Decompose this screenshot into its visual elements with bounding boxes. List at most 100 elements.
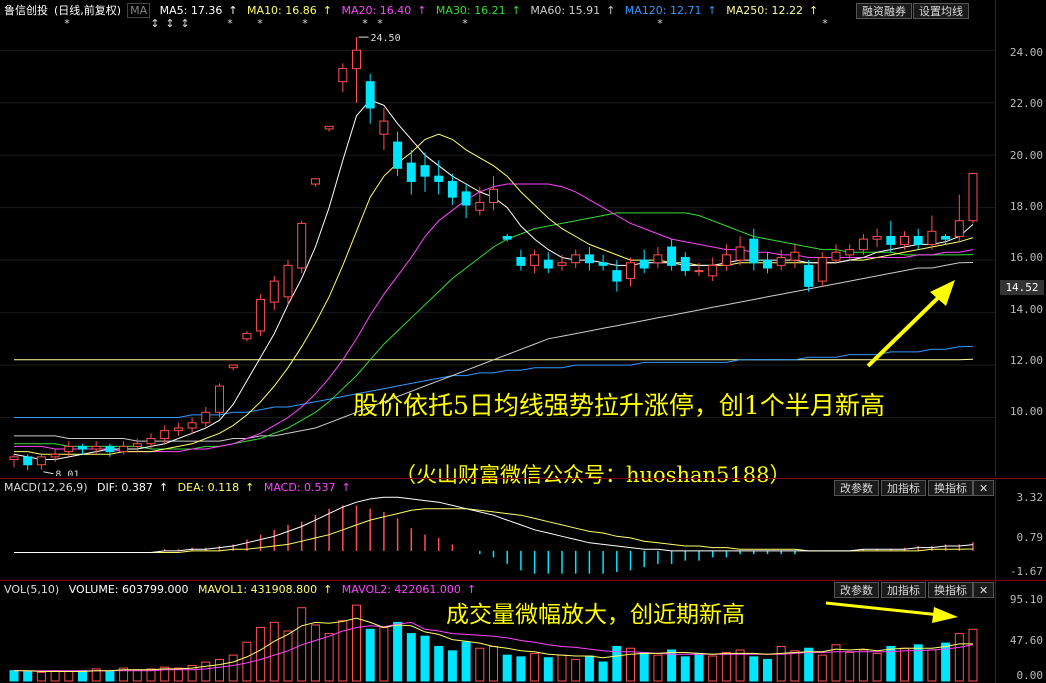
candle-body: [954, 220, 964, 238]
candle-body: [667, 246, 677, 266]
volume-bar: [954, 633, 964, 682]
volume-bar: [420, 635, 430, 682]
volume-bar: [283, 630, 293, 682]
candle-body: [845, 249, 855, 256]
volume-bar: [502, 654, 512, 682]
candle-body: [968, 173, 978, 222]
candle-body: [352, 49, 361, 70]
volume-bar: [447, 650, 457, 682]
event-marker-icon: *: [377, 17, 383, 30]
macd-pane[interactable]: MACD(12,26,9) DIF: 0.387 ↑ DEA: 0.118 ↑ MA…: [0, 478, 1046, 580]
event-marker-icon: *: [822, 17, 828, 30]
event-marker-icon: *: [657, 17, 663, 30]
volume-tick: 95.10: [1009, 593, 1043, 606]
candle-body: [242, 333, 252, 340]
volume-bar: [845, 652, 855, 682]
candle-body: [790, 251, 800, 261]
candle-body: [36, 456, 46, 466]
candle-body: [489, 188, 498, 203]
price-tick: 14.00: [1009, 303, 1043, 316]
high-price-label: 24.50: [371, 33, 401, 44]
candle-body: [269, 280, 279, 303]
annotation-arrow-shaft: [866, 290, 946, 368]
price-tick: 18.00: [1009, 200, 1043, 213]
candle-body: [694, 270, 704, 273]
volume-bar: [817, 654, 827, 682]
candle-body: [900, 236, 909, 245]
candle-body: [530, 254, 540, 266]
event-marker-icon: ↕: [165, 17, 174, 30]
volume-bar: [571, 658, 581, 682]
candle-body: [119, 445, 129, 453]
event-marker-icon: *: [227, 17, 233, 30]
candle-body: [653, 254, 663, 264]
price-tick: 10.00: [1009, 405, 1043, 418]
candle-body: [941, 236, 951, 240]
volume-bar: [461, 641, 471, 682]
volume-bar: [201, 661, 211, 682]
candle-body: [324, 125, 334, 130]
candle-body: [817, 256, 827, 282]
candle-body: [598, 262, 608, 266]
volume-arrow-head: [932, 607, 958, 623]
volume-bar: [530, 652, 540, 682]
macd-chart[interactable]: [0, 479, 995, 580]
volume-bar: [105, 671, 115, 682]
volume-bar: [50, 670, 60, 682]
candle-body: [420, 165, 430, 177]
candle-body: [886, 236, 896, 245]
volume-bar: [352, 604, 361, 682]
event-marker-icon: *: [257, 17, 263, 30]
price-tick: 24.00: [1009, 46, 1043, 59]
candle-body: [721, 254, 731, 266]
macd-tick: 3.32: [1016, 491, 1044, 504]
volume-bar: [324, 633, 334, 682]
candle-body: [64, 445, 74, 453]
candle-body: [571, 254, 581, 264]
volume-bar: [626, 647, 635, 682]
candle-body: [708, 264, 718, 277]
price-annotation: 股价依托5日均线强势拉升涨停，创1个半月新高: [353, 391, 885, 420]
candle-body: [475, 201, 485, 211]
volume-bar: [680, 656, 690, 682]
candle-body: [584, 254, 594, 264]
volume-bar: [475, 647, 485, 682]
price-axis: 24.00 22.00 20.00 18.00 16.00 14.00 12.0…: [995, 0, 1046, 476]
price-tick: 22.00: [1009, 97, 1043, 110]
candle-body: [201, 411, 211, 424]
volume-bar: [858, 649, 868, 682]
candle-body: [406, 162, 416, 182]
dif-line: [14, 496, 974, 553]
volume-bar: [228, 654, 238, 682]
event-marker-icon: *: [362, 17, 368, 30]
candle-body: [283, 264, 293, 298]
volume-bar: [557, 654, 567, 682]
volume-bar: [78, 670, 87, 682]
candle-body: [639, 259, 649, 269]
event-marker-icon: *: [64, 17, 70, 30]
event-marker-icon: *: [302, 17, 308, 30]
macd-axis: 3.32 0.79 -1.67: [995, 479, 1046, 580]
volume-bar: [242, 641, 252, 682]
volume-bar: [763, 658, 772, 682]
volume-bar: [721, 652, 731, 682]
volume-bar: [968, 628, 978, 682]
volume-arrow-shaft: [825, 601, 941, 617]
price-pane[interactable]: 鲁信创投 (日线,前复权) MA MA5: 17.36 ↑ MA10: 16.86 ↑ …: [0, 0, 1046, 487]
volume-bar: [393, 621, 403, 682]
volume-bar: [749, 656, 759, 682]
candle-body: [447, 180, 457, 198]
volume-bar: [215, 658, 224, 682]
candle-body: [187, 422, 197, 429]
candle-body: [763, 259, 772, 269]
candle-body: [173, 427, 183, 432]
current-price-label: 14.52: [1000, 280, 1044, 295]
candle-body: [310, 178, 320, 185]
candle-body: [297, 222, 307, 269]
low-price-label: 8.01: [55, 470, 79, 476]
volume-pane[interactable]: VOL(5,10) VOLUME: 603799.000 MAVOL1: 431…: [0, 580, 1046, 683]
price-tick: 20.00: [1009, 149, 1043, 162]
candle-body: [831, 251, 841, 261]
candle-body: [858, 238, 868, 251]
candle-body: [160, 430, 170, 440]
